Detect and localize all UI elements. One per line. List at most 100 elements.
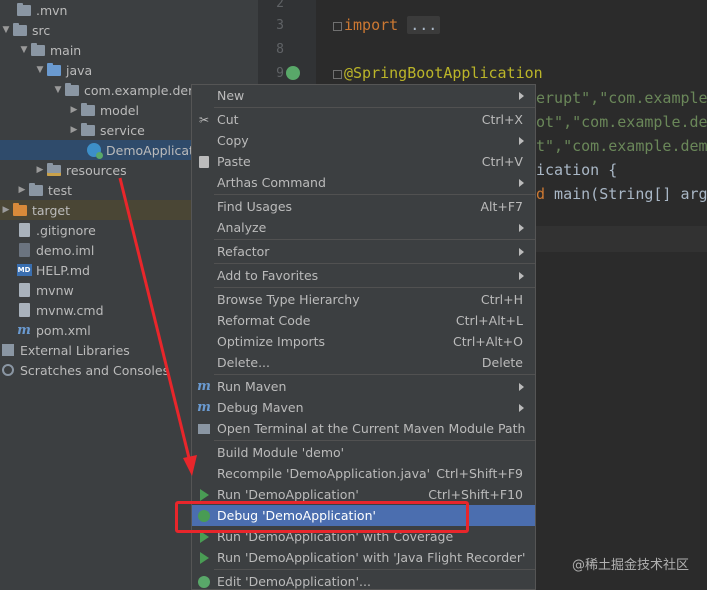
code-line-class[interactable]: ication { (536, 161, 617, 179)
menu-item-paste[interactable]: Paste Ctrl+V (192, 151, 535, 172)
folder-icon (28, 182, 44, 198)
tree-item-label: target (32, 202, 71, 218)
line-number: 9 (276, 66, 284, 81)
iml-file-icon (16, 242, 32, 258)
menu-separator (214, 440, 535, 441)
chevron-right-icon[interactable]: ▶ (68, 125, 80, 135)
line-number: 8 (276, 42, 284, 57)
tree-item-label: Scratches and Consoles (20, 362, 170, 378)
tree-item-demoapplication[interactable]: DemoApplication (0, 140, 213, 160)
tree-item-label: service (100, 122, 145, 138)
excluded-folder-icon (12, 202, 28, 218)
menu-separator (214, 287, 535, 288)
maven-run-icon: m (197, 379, 211, 394)
package-icon (64, 82, 80, 98)
code-line-string[interactable]: ot","com.example.dem (536, 113, 707, 131)
resources-folder-icon (46, 162, 62, 178)
folder-icon (12, 22, 28, 38)
chevron-down-icon[interactable]: ▼ (52, 85, 64, 95)
menu-item-optimize-imports[interactable]: Optimize Imports Ctrl+Alt+O (192, 331, 535, 352)
menu-item-add-to-favorites[interactable]: Add to Favorites (192, 265, 535, 286)
menu-item-recompile[interactable]: Recompile 'DemoApplication.java' Ctrl+Sh… (192, 463, 535, 484)
annotation-highlight-box (175, 501, 469, 533)
shortcut: Ctrl+Alt+O (453, 334, 523, 349)
edit-config-icon (196, 574, 212, 590)
keyword: d (536, 185, 546, 203)
chevron-right-icon[interactable]: ▶ (16, 185, 28, 195)
code-line-string[interactable]: erupt","com.example (536, 89, 707, 107)
tree-item-label: .gitignore (36, 222, 96, 238)
chevron-down-icon[interactable]: ▼ (34, 65, 46, 75)
menu-item-arthas[interactable]: Arthas Command (192, 172, 535, 193)
tree-item-label: mvnw.cmd (36, 302, 104, 318)
line-number: 3 (276, 18, 284, 33)
fold-icon[interactable] (333, 70, 342, 79)
chevron-down-icon[interactable]: ▼ (0, 25, 12, 35)
menu-item-find-usages[interactable]: Find Usages Alt+F7 (192, 196, 535, 217)
file-icon (16, 282, 32, 298)
tree-item-label: .mvn (36, 2, 68, 18)
tree-item-label: test (48, 182, 73, 198)
spring-class-icon (86, 142, 103, 159)
maven-icon: m (17, 322, 31, 338)
menu-item-analyze[interactable]: Analyze (192, 217, 535, 238)
tree-item-label: External Libraries (20, 342, 130, 358)
folder-icon (30, 42, 46, 58)
shortcut: Ctrl+Shift+F10 (428, 487, 523, 502)
code-line-main[interactable]: d main(String[] args (536, 185, 707, 203)
tree-item-label: resources (66, 162, 127, 178)
menu-item-build-module[interactable]: Build Module 'demo' (192, 442, 535, 463)
chevron-right-icon[interactable]: ▶ (34, 165, 46, 175)
tree-item-label: mvnw (36, 282, 74, 298)
code-line-import[interactable]: import ... (344, 16, 441, 34)
shortcut: Ctrl+Alt+L (455, 313, 523, 328)
code-line-annotation[interactable]: @SpringBootApplication (344, 64, 543, 82)
menu-separator (214, 194, 535, 195)
tree-item-java[interactable]: ▼ java (0, 60, 258, 80)
flight-recorder-icon (196, 550, 212, 566)
menu-item-copy[interactable]: Copy (192, 130, 535, 151)
menu-separator (214, 374, 535, 375)
menu-item-browse-type-hierarchy[interactable]: Browse Type Hierarchy Ctrl+H (192, 289, 535, 310)
menu-item-refactor[interactable]: Refactor (192, 241, 535, 262)
tree-item-label: demo.iml (36, 242, 95, 258)
folder-icon (16, 2, 32, 18)
menu-item-run-maven[interactable]: m Run Maven (192, 376, 535, 397)
menu-item-run-jfr[interactable]: Run 'DemoApplication' with 'Java Flight … (192, 547, 535, 568)
chevron-right-icon[interactable]: ▶ (68, 105, 80, 115)
tree-item-label: com.example.demo (84, 82, 208, 98)
menu-item-delete[interactable]: Delete... Delete (192, 352, 535, 373)
code-line-string[interactable]: t","com.example.demo (536, 137, 707, 155)
tree-item-src[interactable]: ▼ src (0, 20, 258, 40)
menu-item-cut[interactable]: ✂ Cut Ctrl+X (192, 109, 535, 130)
menu-item-edit-config[interactable]: Edit 'DemoApplication'... (192, 571, 535, 590)
menu-item-new[interactable]: New (192, 85, 535, 106)
fold-icon[interactable] (333, 22, 342, 31)
chevron-right-icon[interactable]: ▶ (0, 205, 12, 215)
submenu-arrow-icon (519, 217, 527, 238)
run-gutter-icon[interactable] (286, 66, 300, 80)
tree-item-label: src (32, 22, 51, 38)
menu-separator (214, 239, 535, 240)
menu-item-open-terminal[interactable]: Open Terminal at the Current Maven Modul… (192, 418, 535, 439)
shortcut: Alt+F7 (480, 199, 523, 214)
library-icon (0, 342, 16, 358)
chevron-down-icon[interactable]: ▼ (18, 45, 30, 55)
file-icon (16, 302, 32, 318)
tree-item-mvn[interactable]: .mvn (0, 0, 258, 20)
submenu-arrow-icon (519, 241, 527, 262)
folded-imports[interactable]: ... (407, 16, 441, 34)
submenu-arrow-icon (519, 397, 527, 418)
tree-item-main[interactable]: ▼ main (0, 40, 258, 60)
scratches-icon (0, 362, 16, 378)
shortcut: Delete (481, 355, 523, 370)
menu-item-debug-maven[interactable]: m Debug Maven (192, 397, 535, 418)
package-icon (80, 102, 96, 118)
tree-item-label: pom.xml (36, 322, 91, 338)
line-number: 2 (276, 0, 284, 11)
file-icon (16, 222, 32, 238)
clipboard-icon (196, 154, 212, 170)
package-icon (80, 122, 96, 138)
menu-item-reformat-code[interactable]: Reformat Code Ctrl+Alt+L (192, 310, 535, 331)
tree-item-label: HELP.md (36, 262, 90, 278)
